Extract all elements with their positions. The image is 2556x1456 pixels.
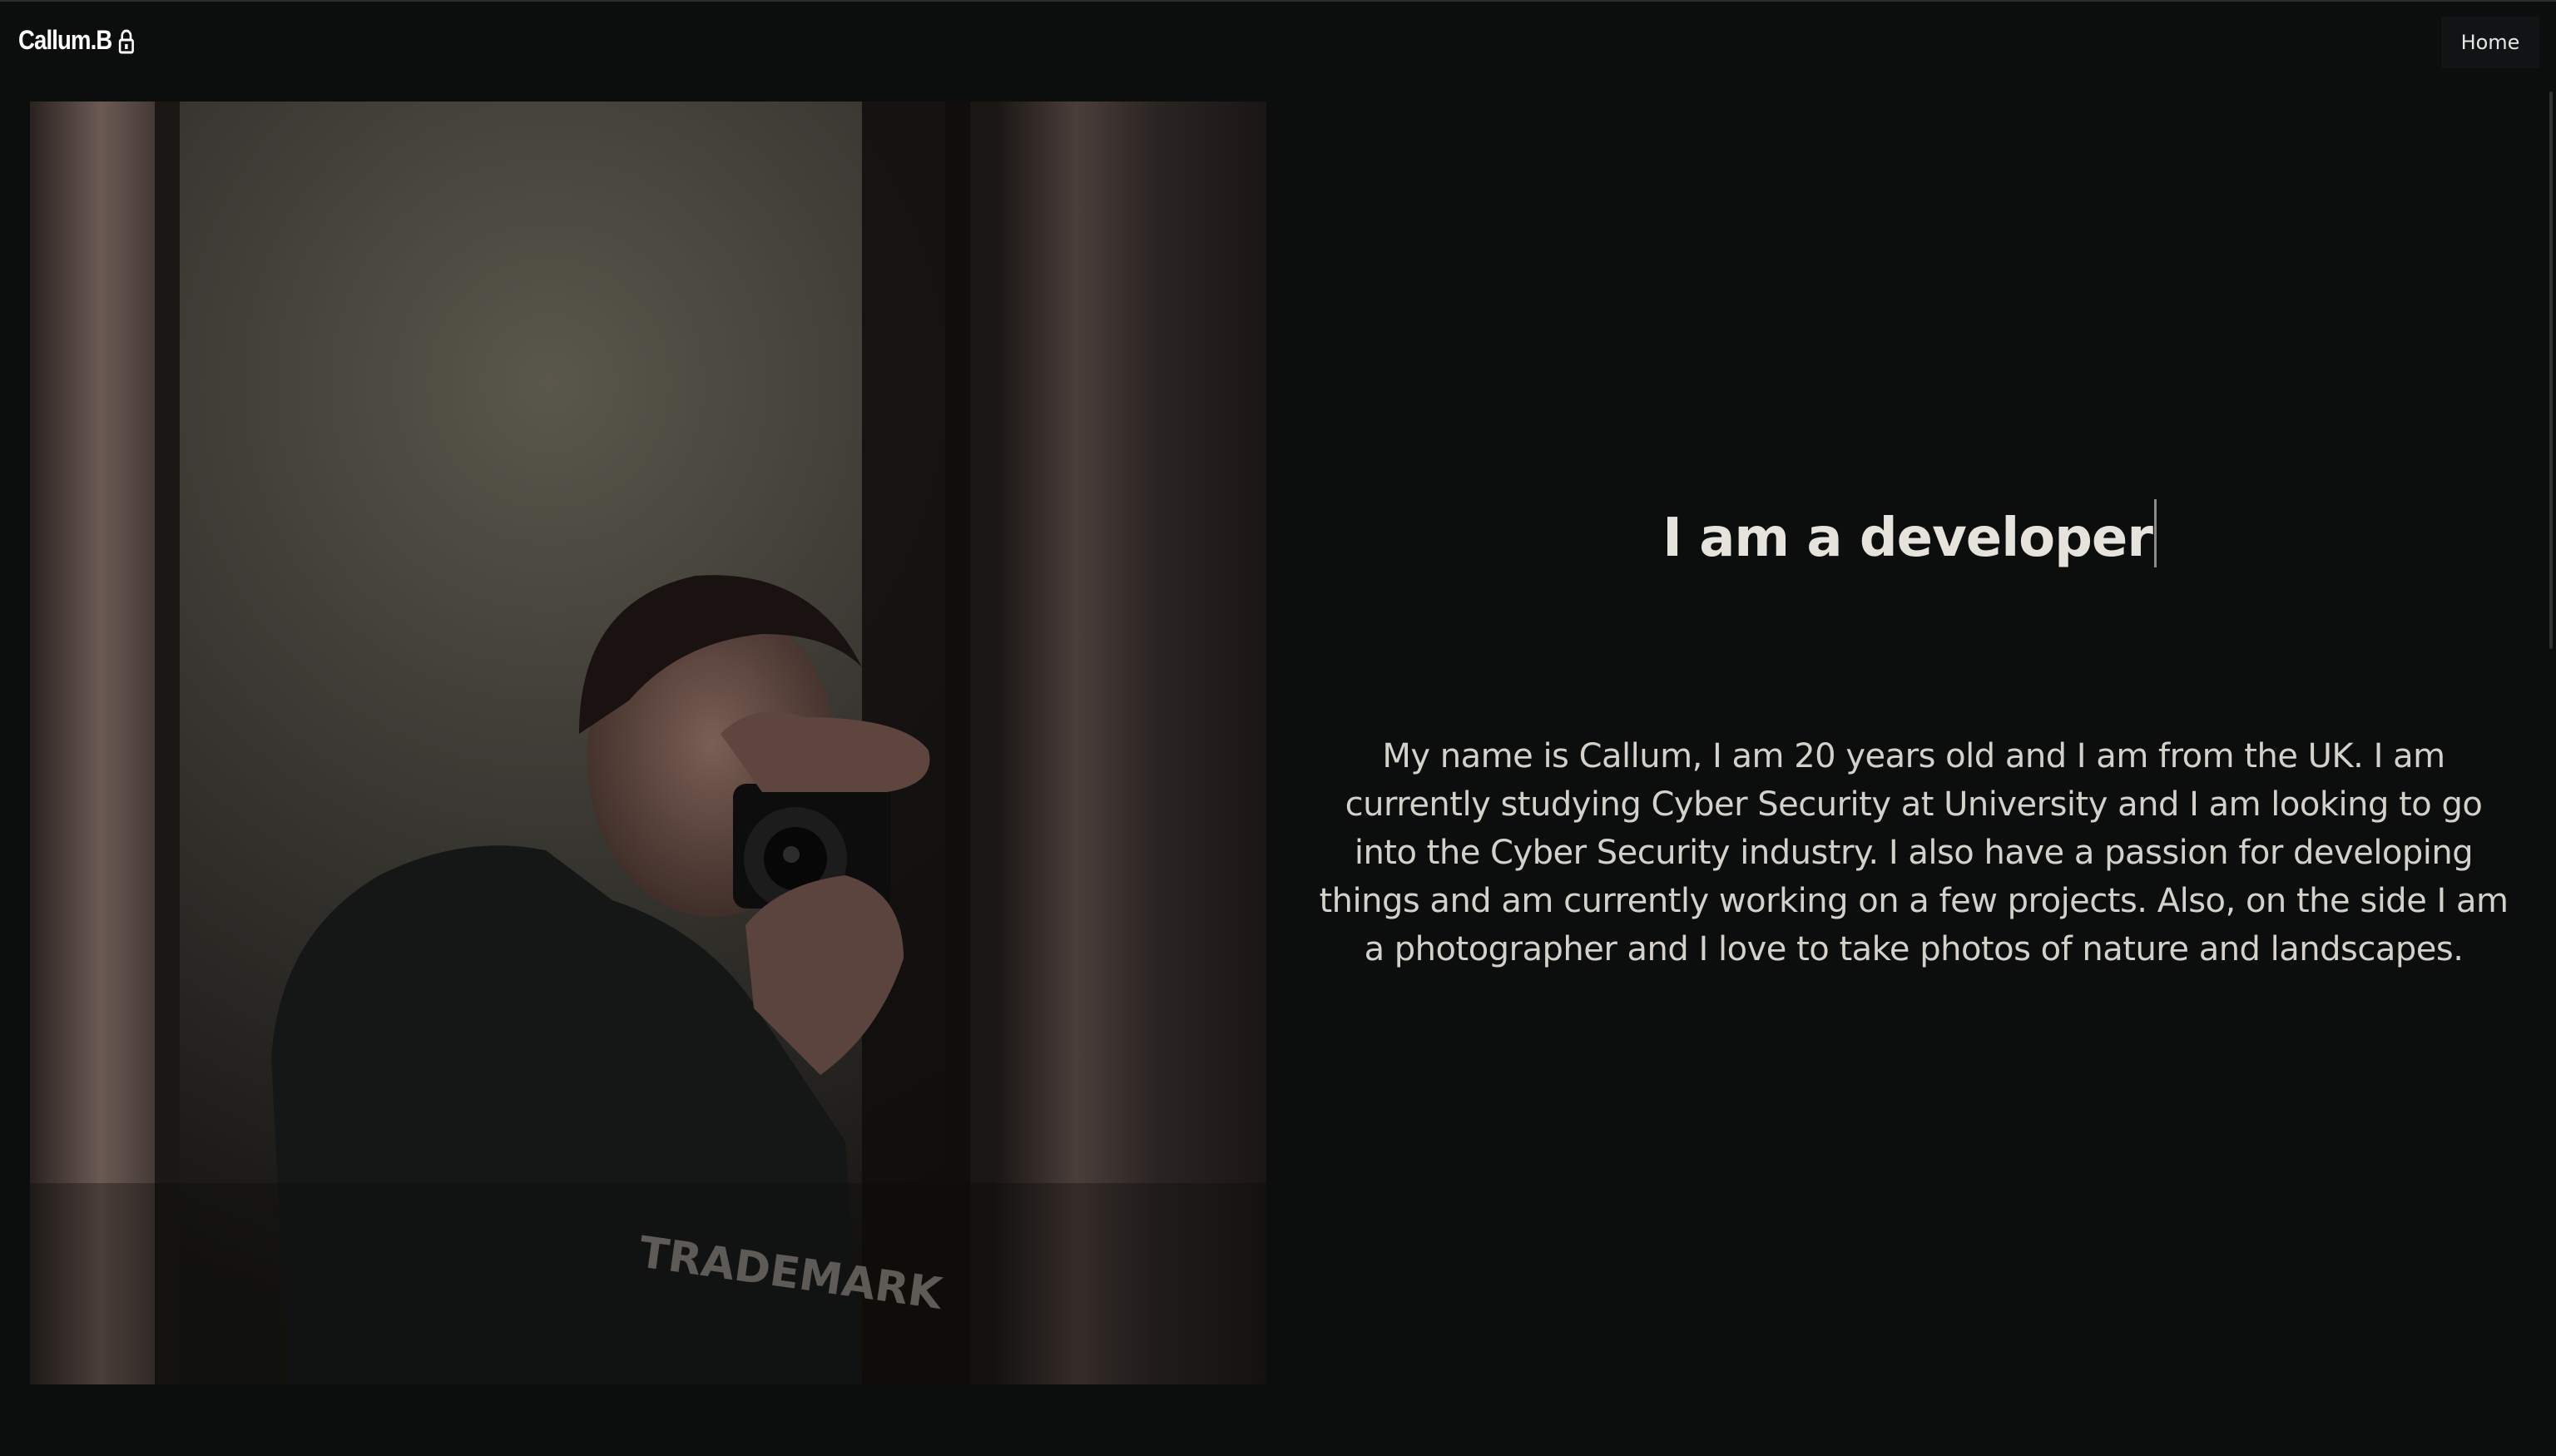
profile-photo: TRADEMARK: [30, 102, 1266, 1384]
brand-name: Callum.B: [18, 25, 112, 55]
hero-title: I am a developer: [1298, 499, 2521, 569]
hero-section: I am a developer My name is Callum, I am…: [1298, 0, 2521, 1456]
scrollbar[interactable]: [2549, 92, 2553, 649]
lock-icon: [117, 29, 135, 54]
bio-paragraph: My name is Callum, I am 20 years old and…: [1319, 737, 2509, 968]
typing-caret: [2153, 499, 2157, 567]
brand-logo[interactable]: Callum.B: [18, 25, 135, 56]
typed-title: I am a developer: [1662, 508, 2153, 569]
